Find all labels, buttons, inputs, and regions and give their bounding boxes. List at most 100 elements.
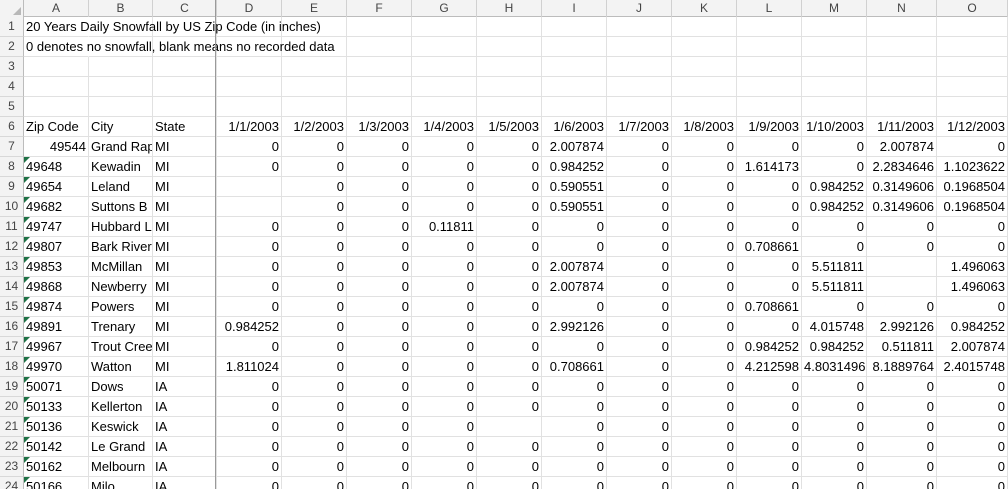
cell-g5[interactable] — [412, 97, 477, 117]
cell-o24[interactable]: 0 — [937, 477, 1008, 489]
cell-j14[interactable]: 0 — [607, 277, 672, 297]
cell-i5[interactable] — [542, 97, 607, 117]
cell-d15[interactable]: 0 — [217, 297, 282, 317]
cell-d3[interactable] — [217, 57, 282, 77]
cell-a8[interactable]: 49648 — [24, 157, 89, 177]
cell-k10[interactable]: 0 — [672, 197, 737, 217]
cell-j3[interactable] — [607, 57, 672, 77]
cell-i23[interactable]: 0 — [542, 457, 607, 477]
column-header-n[interactable]: N — [867, 0, 937, 17]
cell-f8[interactable]: 0 — [347, 157, 412, 177]
row-header[interactable]: 5 — [0, 97, 24, 117]
cell-b15[interactable]: Powers — [89, 297, 153, 317]
cell-g10[interactable]: 0 — [412, 197, 477, 217]
cell-a18[interactable]: 49970 — [24, 357, 89, 377]
cell-m1[interactable] — [802, 17, 867, 37]
cell-n17[interactable]: 0.511811 — [867, 337, 937, 357]
cell-m6[interactable]: 1/10/2003 — [802, 117, 867, 137]
cell-d14[interactable]: 0 — [217, 277, 282, 297]
cell-a23[interactable]: 50162 — [24, 457, 89, 477]
cell-a20[interactable]: 50133 — [24, 397, 89, 417]
cell-h7[interactable]: 0 — [477, 137, 542, 157]
cell-d5[interactable] — [217, 97, 282, 117]
cell-o8[interactable]: 1.1023622 — [937, 157, 1008, 177]
cell-k8[interactable]: 0 — [672, 157, 737, 177]
cell-e5[interactable] — [282, 97, 347, 117]
cell-l12[interactable]: 0.708661 — [737, 237, 802, 257]
column-header-j[interactable]: J — [607, 0, 672, 17]
column-header-l[interactable]: L — [737, 0, 802, 17]
cell-i4[interactable] — [542, 77, 607, 97]
cell-c13[interactable]: MI — [153, 257, 217, 277]
cell-j19[interactable]: 0 — [607, 377, 672, 397]
cell-f24[interactable]: 0 — [347, 477, 412, 489]
cell-d19[interactable]: 0 — [217, 377, 282, 397]
cell-m22[interactable]: 0 — [802, 437, 867, 457]
cell-l14[interactable]: 0 — [737, 277, 802, 297]
cell-l1[interactable] — [737, 17, 802, 37]
cell-m13[interactable]: 5.511811 — [802, 257, 867, 277]
cell-g12[interactable]: 0 — [412, 237, 477, 257]
cell-i19[interactable]: 0 — [542, 377, 607, 397]
cell-f19[interactable]: 0 — [347, 377, 412, 397]
cell-e14[interactable]: 0 — [282, 277, 347, 297]
cell-o3[interactable] — [937, 57, 1008, 77]
cell-k11[interactable]: 0 — [672, 217, 737, 237]
cell-i7[interactable]: 2.007874 — [542, 137, 607, 157]
cell-j5[interactable] — [607, 97, 672, 117]
cell-e10[interactable]: 0 — [282, 197, 347, 217]
column-header-k[interactable]: K — [672, 0, 737, 17]
cell-i22[interactable]: 0 — [542, 437, 607, 457]
row-header[interactable]: 13 — [0, 257, 24, 277]
cell-g18[interactable]: 0 — [412, 357, 477, 377]
cell-k6[interactable]: 1/8/2003 — [672, 117, 737, 137]
cell-j21[interactable]: 0 — [607, 417, 672, 437]
cell-o15[interactable]: 0 — [937, 297, 1008, 317]
cell-f2[interactable] — [347, 37, 412, 57]
cell-l20[interactable]: 0 — [737, 397, 802, 417]
cell-b17[interactable]: Trout Cree — [89, 337, 153, 357]
cell-b18[interactable]: Watton — [89, 357, 153, 377]
cell-h12[interactable]: 0 — [477, 237, 542, 257]
cell-d18[interactable]: 1.811024 — [217, 357, 282, 377]
cell-f12[interactable]: 0 — [347, 237, 412, 257]
cell-i20[interactable]: 0 — [542, 397, 607, 417]
cell-m9[interactable]: 0.984252 — [802, 177, 867, 197]
cell-k14[interactable]: 0 — [672, 277, 737, 297]
cell-m15[interactable]: 0 — [802, 297, 867, 317]
cell-o19[interactable]: 0 — [937, 377, 1008, 397]
cell-l13[interactable]: 0 — [737, 257, 802, 277]
cell-b21[interactable]: Keswick — [89, 417, 153, 437]
row-header[interactable]: 18 — [0, 357, 24, 377]
row-header[interactable]: 20 — [0, 397, 24, 417]
cell-n10[interactable]: 0.3149606 — [867, 197, 937, 217]
spreadsheet-grid[interactable]: ABCDEFGHIJKLMNO 1 20 Years Daily Snowfall… — [0, 0, 1008, 489]
cell-k7[interactable]: 0 — [672, 137, 737, 157]
cell-c23[interactable]: IA — [153, 457, 217, 477]
cell-b6[interactable]: City — [89, 117, 153, 137]
cell-n15[interactable]: 0 — [867, 297, 937, 317]
cell-l6[interactable]: 1/9/2003 — [737, 117, 802, 137]
cell-b7[interactable]: Grand Rap — [89, 137, 153, 157]
cell-l24[interactable]: 0 — [737, 477, 802, 489]
cell-i16[interactable]: 2.992126 — [542, 317, 607, 337]
cell-b20[interactable]: Kellerton — [89, 397, 153, 417]
cell-e19[interactable]: 0 — [282, 377, 347, 397]
cell-m14[interactable]: 5.511811 — [802, 277, 867, 297]
cell-c18[interactable]: MI — [153, 357, 217, 377]
cell-g16[interactable]: 0 — [412, 317, 477, 337]
cell-j4[interactable] — [607, 77, 672, 97]
cell-h3[interactable] — [477, 57, 542, 77]
row-header[interactable]: 21 — [0, 417, 24, 437]
cell-a2[interactable]: 0 denotes no snowfall, blank means no re… — [24, 37, 335, 57]
cell-c8[interactable]: MI — [153, 157, 217, 177]
column-header-i[interactable]: I — [542, 0, 607, 17]
cell-a11[interactable]: 49747 — [24, 217, 89, 237]
cell-g1[interactable] — [412, 17, 477, 37]
cell-g3[interactable] — [412, 57, 477, 77]
cell-b9[interactable]: Leland — [89, 177, 153, 197]
cell-m10[interactable]: 0.984252 — [802, 197, 867, 217]
cell-a5[interactable] — [24, 97, 89, 117]
cell-f20[interactable]: 0 — [347, 397, 412, 417]
cell-g9[interactable]: 0 — [412, 177, 477, 197]
